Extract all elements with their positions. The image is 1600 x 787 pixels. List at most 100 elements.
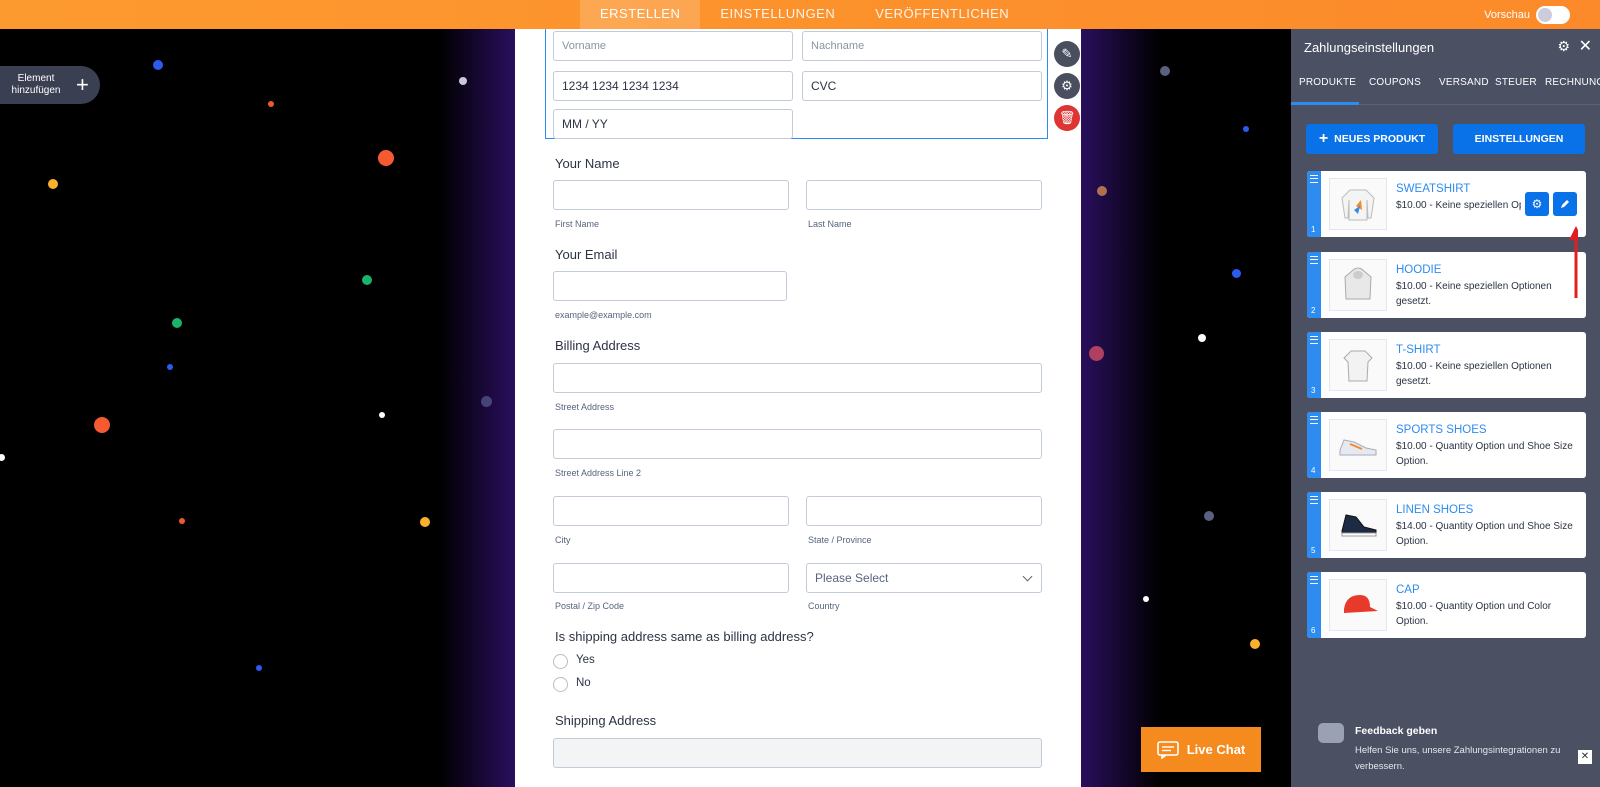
product-description: $10.00 - Keine speziellen Optionen geset…: [1396, 361, 1552, 387]
chat-bubble-icon: [1156, 740, 1179, 759]
email-input[interactable]: [553, 271, 787, 301]
product-description: $10.00 - Keine speziellen Optionen geset…: [1396, 281, 1552, 307]
product-item-linen-shoes[interactable]: 5 LINEN SHOES $14.00 - Quantity Option u…: [1307, 492, 1586, 558]
decor-dot: [459, 77, 467, 85]
decor-dot: [179, 518, 185, 524]
email-label: Your Email: [555, 247, 618, 262]
gear-icon[interactable]: ⚙: [1557, 38, 1570, 55]
feedback-box: Feedback geben Helfen Sie uns, unsere Za…: [1291, 717, 1600, 787]
country-sublabel: Country: [808, 601, 840, 611]
tab-rechnung[interactable]: RECHNUNG: [1545, 77, 1600, 88]
decor-dot: [153, 60, 163, 70]
chevron-down-icon: [1022, 571, 1033, 582]
live-chat-button[interactable]: Live Chat: [1141, 727, 1261, 772]
panel-header: Zahlungseinstellungen ⚙ ✕: [1291, 29, 1600, 65]
cvc-input[interactable]: CVC: [802, 71, 1042, 101]
product-item-sweatshirt[interactable]: 1 SWEATSHIRT $10.00 - Keine speziellen O…: [1307, 171, 1586, 237]
card-number-input[interactable]: 1234 1234 1234 1234: [553, 71, 793, 101]
state-input[interactable]: [806, 496, 1042, 526]
drag-handle-icon: [1310, 496, 1318, 504]
last-name-sublabel: Last Name: [808, 219, 852, 229]
shoe-icon: [1329, 419, 1387, 471]
product-number: 2: [1311, 306, 1316, 315]
street-address-2-sublabel: Street Address Line 2: [555, 468, 642, 478]
plus-icon: +: [76, 72, 89, 97]
decor-dot: [378, 150, 394, 166]
tab-einstellungen[interactable]: EINSTELLUNGEN: [700, 0, 855, 29]
close-icon[interactable]: ✕: [1578, 750, 1592, 764]
product-name: LINEN SHOES: [1396, 504, 1474, 516]
decor-dot: [1097, 186, 1107, 196]
first-name-card-input[interactable]: Vorname: [553, 31, 793, 61]
radio-yes[interactable]: [553, 654, 568, 669]
decor-dot: [167, 364, 173, 370]
city-input[interactable]: [553, 496, 789, 526]
new-product-button[interactable]: + NEUES PRODUKT: [1306, 124, 1438, 154]
tshirt-icon: [1329, 339, 1387, 391]
product-number: 5: [1311, 546, 1316, 555]
product-item-cap[interactable]: 6 CAP $10.00 - Quantity Option und Color…: [1307, 572, 1586, 638]
magic-wand-button[interactable]: ✎: [1054, 41, 1080, 67]
product-number: 4: [1311, 466, 1316, 475]
decor-dot: [1204, 511, 1214, 521]
product-item-hoodie[interactable]: 2 HOODIE $10.00 - Keine speziellen Optio…: [1307, 252, 1586, 318]
street-address-input[interactable]: [553, 363, 1042, 393]
decor-dot: [1089, 346, 1104, 361]
last-name-input[interactable]: [806, 180, 1042, 210]
street-address-2-input[interactable]: [553, 429, 1042, 459]
email-sublabel: example@example.com: [555, 310, 652, 320]
first-name-input[interactable]: [553, 180, 789, 210]
tab-coupons[interactable]: COUPONS: [1369, 77, 1421, 88]
preview-toggle[interactable]: [1536, 5, 1570, 24]
tab-erstellen[interactable]: ERSTELLEN: [580, 0, 701, 29]
feedback-text: Helfen Sie uns, unsere Zahlungsintegrati…: [1355, 745, 1561, 772]
new-product-label: NEUES PRODUKT: [1334, 133, 1426, 145]
product-settings-button[interactable]: EINSTELLUNGEN: [1453, 124, 1585, 154]
drag-handle[interactable]: 1: [1307, 171, 1321, 237]
product-item-sports-shoes[interactable]: 4 SPORTS SHOES $10.00 - Quantity Option …: [1307, 412, 1586, 478]
drag-handle[interactable]: 6: [1307, 572, 1321, 638]
field-settings-button[interactable]: ⚙: [1054, 73, 1080, 99]
decor-dot: [48, 179, 58, 189]
product-item-tshirt[interactable]: 3 T-SHIRT $10.00 - Keine speziellen Opti…: [1307, 332, 1586, 398]
shipping-address-label: Shipping Address: [555, 713, 657, 728]
tab-produkte[interactable]: PRODUKTE: [1299, 77, 1356, 88]
annotation-arrow-icon: [1569, 226, 1578, 298]
payment-settings-panel: Zahlungseinstellungen ⚙ ✕ PRODUKTE COUPO…: [1291, 29, 1600, 787]
your-name-label: Your Name: [555, 156, 620, 171]
close-icon[interactable]: ✕: [1579, 36, 1592, 56]
same-address-question: Is shipping address same as billing addr…: [555, 629, 814, 644]
tab-versand[interactable]: VERSAND: [1439, 77, 1489, 88]
product-settings-icon[interactable]: ⚙: [1525, 192, 1549, 216]
builder-tabs: ERSTELLEN EINSTELLUNGEN VERÖFFENTLICHEN: [580, 0, 1029, 29]
tab-veroeffentlichen[interactable]: VERÖFFENTLICHEN: [855, 0, 1029, 29]
product-name: CAP: [1396, 584, 1420, 596]
decor-dot: [256, 665, 262, 671]
decor-dot: [1160, 66, 1170, 76]
panel-title: Zahlungseinstellungen: [1304, 40, 1435, 55]
product-name: HOODIE: [1396, 264, 1442, 276]
state-sublabel: State / Province: [808, 535, 872, 545]
sweatshirt-icon: [1329, 178, 1387, 230]
street-address-sublabel: Street Address: [555, 402, 615, 412]
decor-dot: [94, 417, 110, 433]
product-number: 1: [1311, 225, 1316, 234]
drag-handle[interactable]: 2: [1307, 252, 1321, 318]
edit-product-button[interactable]: [1553, 192, 1577, 216]
feedback-title[interactable]: Feedback geben: [1355, 725, 1437, 737]
radio-no[interactable]: [553, 677, 568, 692]
delete-field-button[interactable]: 🗑: [1054, 105, 1080, 131]
country-select[interactable]: Please Select: [806, 563, 1042, 593]
add-element-button[interactable]: Element hinzufügen +: [0, 66, 100, 104]
zip-input[interactable]: [553, 563, 789, 593]
last-name-card-input[interactable]: Nachname: [802, 31, 1042, 61]
chat-bubble-icon: [1318, 723, 1344, 743]
expiry-input[interactable]: MM / YY: [553, 109, 793, 139]
drag-handle[interactable]: 5: [1307, 492, 1321, 558]
drag-handle[interactable]: 3: [1307, 332, 1321, 398]
shipping-street-input[interactable]: [553, 738, 1042, 768]
radio-yes-label: Yes: [576, 654, 595, 666]
tab-steuer[interactable]: STEUER: [1495, 77, 1537, 88]
top-bar: ERSTELLEN EINSTELLUNGEN VERÖFFENTLICHEN …: [0, 0, 1600, 29]
drag-handle[interactable]: 4: [1307, 412, 1321, 478]
